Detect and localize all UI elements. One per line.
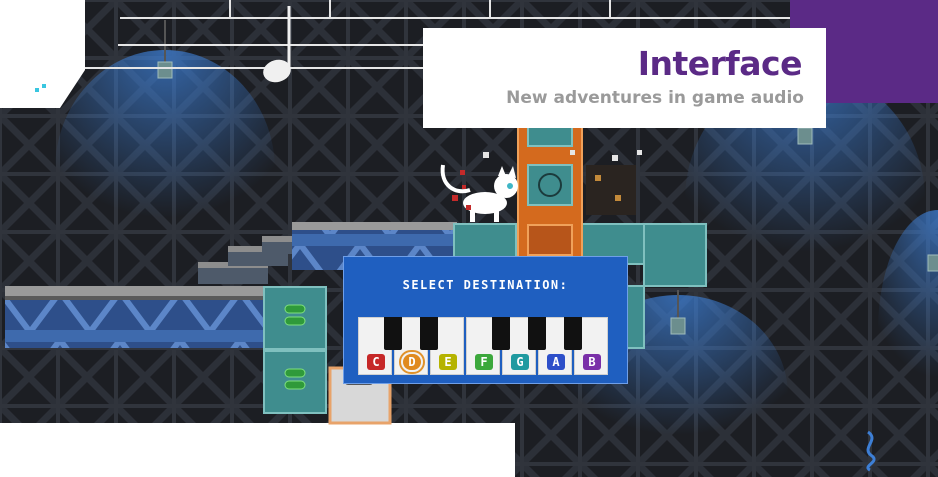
note-label-e: E <box>439 354 457 370</box>
title-panel: Interface New adventures in game audio <box>423 28 826 128</box>
debris-block <box>586 165 636 215</box>
black-key-d-sharp[interactable] <box>420 317 438 350</box>
destination-dialog: SELECT DESTINATION: C D E F G A B <box>343 256 628 384</box>
note-label-b: B <box>583 354 601 370</box>
piano-keyboard: C D E F G A B <box>358 317 611 375</box>
girder-bridge <box>5 286 267 348</box>
note-label-c: C <box>367 354 385 370</box>
dialog-title: SELECT DESTINATION: <box>402 278 569 292</box>
note-label-f: F <box>475 354 493 370</box>
black-key-g-sharp[interactable] <box>528 317 546 350</box>
black-key-f-sharp[interactable] <box>492 317 510 350</box>
page-title: Interface <box>637 44 803 83</box>
black-key-c-sharp[interactable] <box>384 317 402 350</box>
note-label-d: D <box>399 350 425 374</box>
note-label-g: G <box>511 354 529 370</box>
note-label-a: A <box>547 354 565 370</box>
page-subtitle: New adventures in game audio <box>506 88 804 108</box>
black-key-a-sharp[interactable] <box>564 317 582 350</box>
